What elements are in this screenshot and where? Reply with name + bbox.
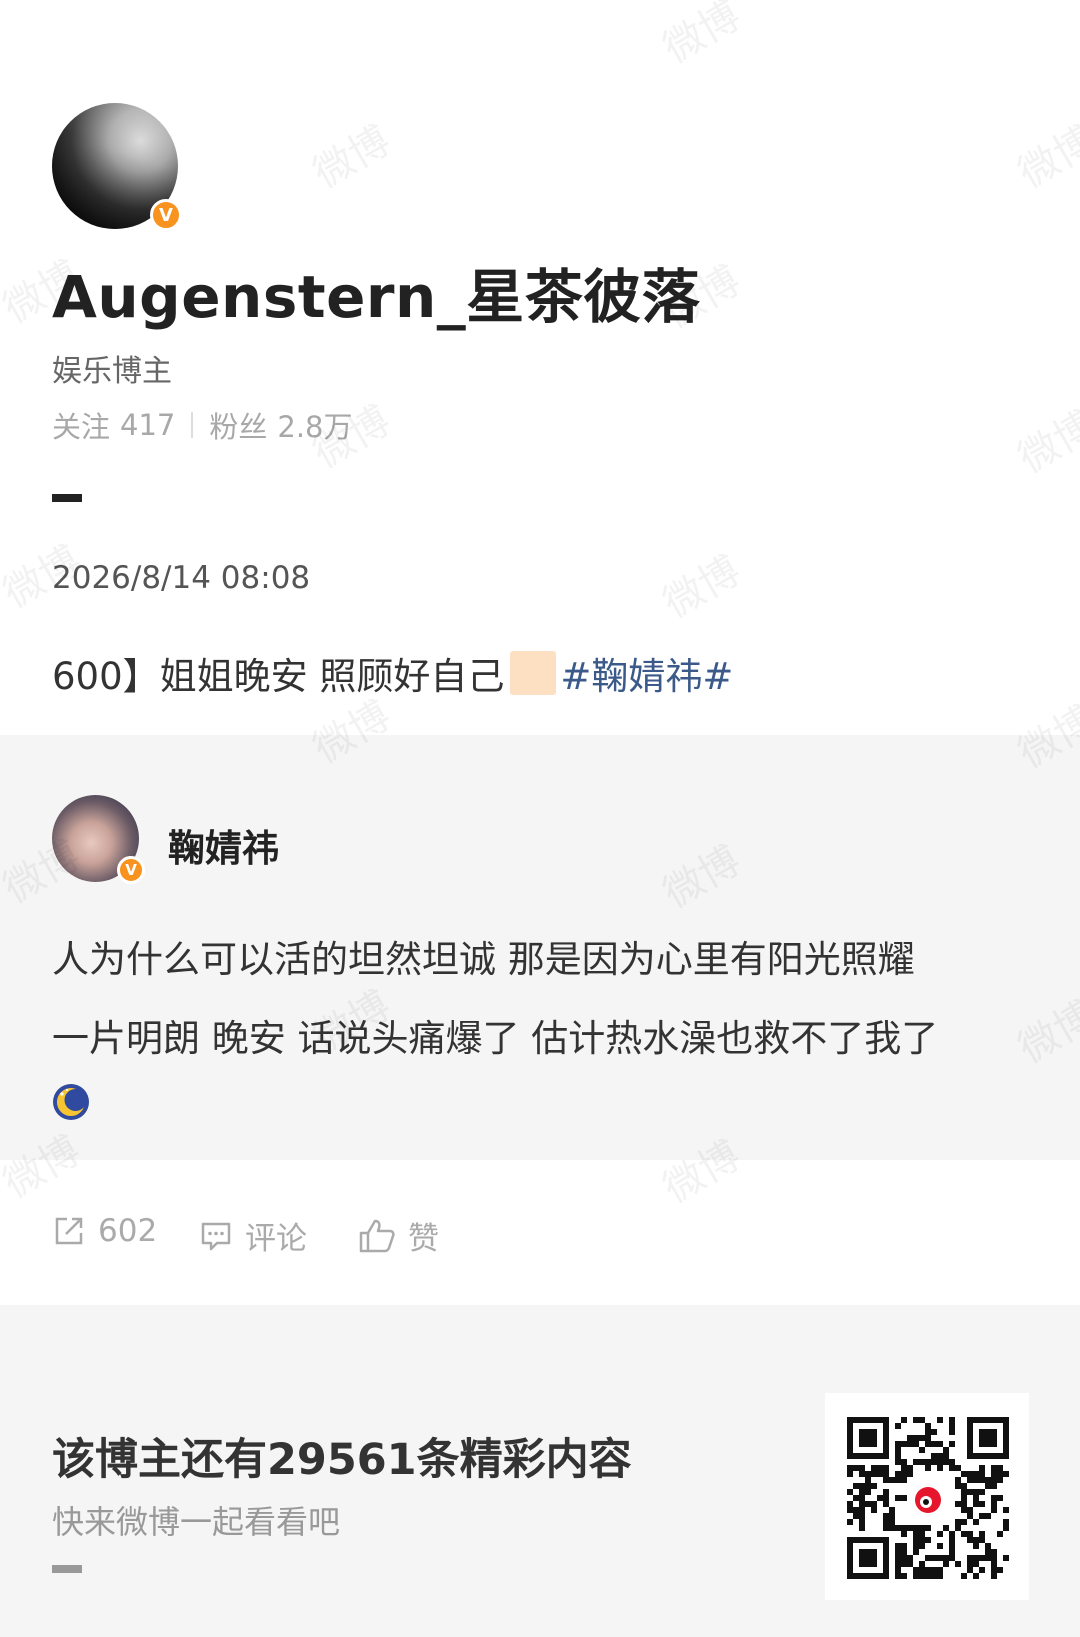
repost-text: 人为什么可以活的坦然坦诚 那是因为心里有阳光照耀 一片明朗 晚安 话说头痛爆了 …	[52, 920, 1042, 1078]
crescent-moon-icon	[53, 1084, 89, 1120]
like-label: 赞	[408, 1221, 439, 1257]
fans-count: 2.8万	[277, 410, 353, 444]
comment-button[interactable]: 评论	[199, 1213, 307, 1258]
qr-code-icon	[847, 1417, 1009, 1579]
post-date: 2026/8/14 08:08	[52, 560, 311, 596]
author-avatar[interactable]: V	[52, 103, 182, 231]
post-text: 600】姐姐晚安 照顾好自己 #鞠婧祎#	[52, 646, 733, 700]
more-content-subtitle: 快来微博一起看看吧	[52, 1503, 341, 1541]
footer-dash	[52, 1565, 82, 1573]
repost-username[interactable]: 鞠婧祎	[168, 818, 279, 872]
verified-badge-icon: V	[150, 199, 182, 231]
fans-label: 粉丝	[209, 410, 268, 444]
qr-code-card[interactable]	[825, 1393, 1029, 1600]
comment-label: 评论	[245, 1221, 307, 1257]
more-content-title[interactable]: 该博主还有29561条精彩内容	[52, 1425, 632, 1487]
comment-icon	[201, 1222, 231, 1250]
repost-count: 602	[98, 1213, 158, 1249]
follow-count: 417	[120, 408, 176, 442]
author-username[interactable]: Augenstern_星茶彼落	[52, 250, 700, 334]
thumbs-up-icon	[359, 1219, 395, 1252]
author-stats: 关注 417 粉丝 2.8万	[52, 404, 353, 446]
share-icon	[55, 1217, 83, 1245]
emoji-placeholder-icon	[510, 651, 557, 695]
post-text-body: 600】姐姐晚安 照顾好自己	[52, 655, 505, 698]
author-role: 娱乐博主	[52, 354, 172, 389]
verified-badge-icon: V	[117, 856, 145, 884]
repost-avatar[interactable]: V	[52, 795, 145, 884]
action-bar	[0, 1160, 1080, 1305]
repost-line: 人为什么可以活的坦然坦诚 那是因为心里有阳光照耀	[52, 938, 915, 981]
stats-divider	[191, 412, 194, 438]
like-button[interactable]: 赞	[358, 1213, 439, 1258]
divider-dash	[52, 494, 82, 502]
repost-line: 一片明朗 晚安 话说头痛爆了 估计热水澡也救不了我了	[52, 1017, 939, 1060]
hashtag-link[interactable]: #鞠婧祎#	[560, 646, 733, 700]
repost-button[interactable]: 602	[52, 1213, 157, 1249]
follow-label: 关注	[52, 410, 111, 444]
